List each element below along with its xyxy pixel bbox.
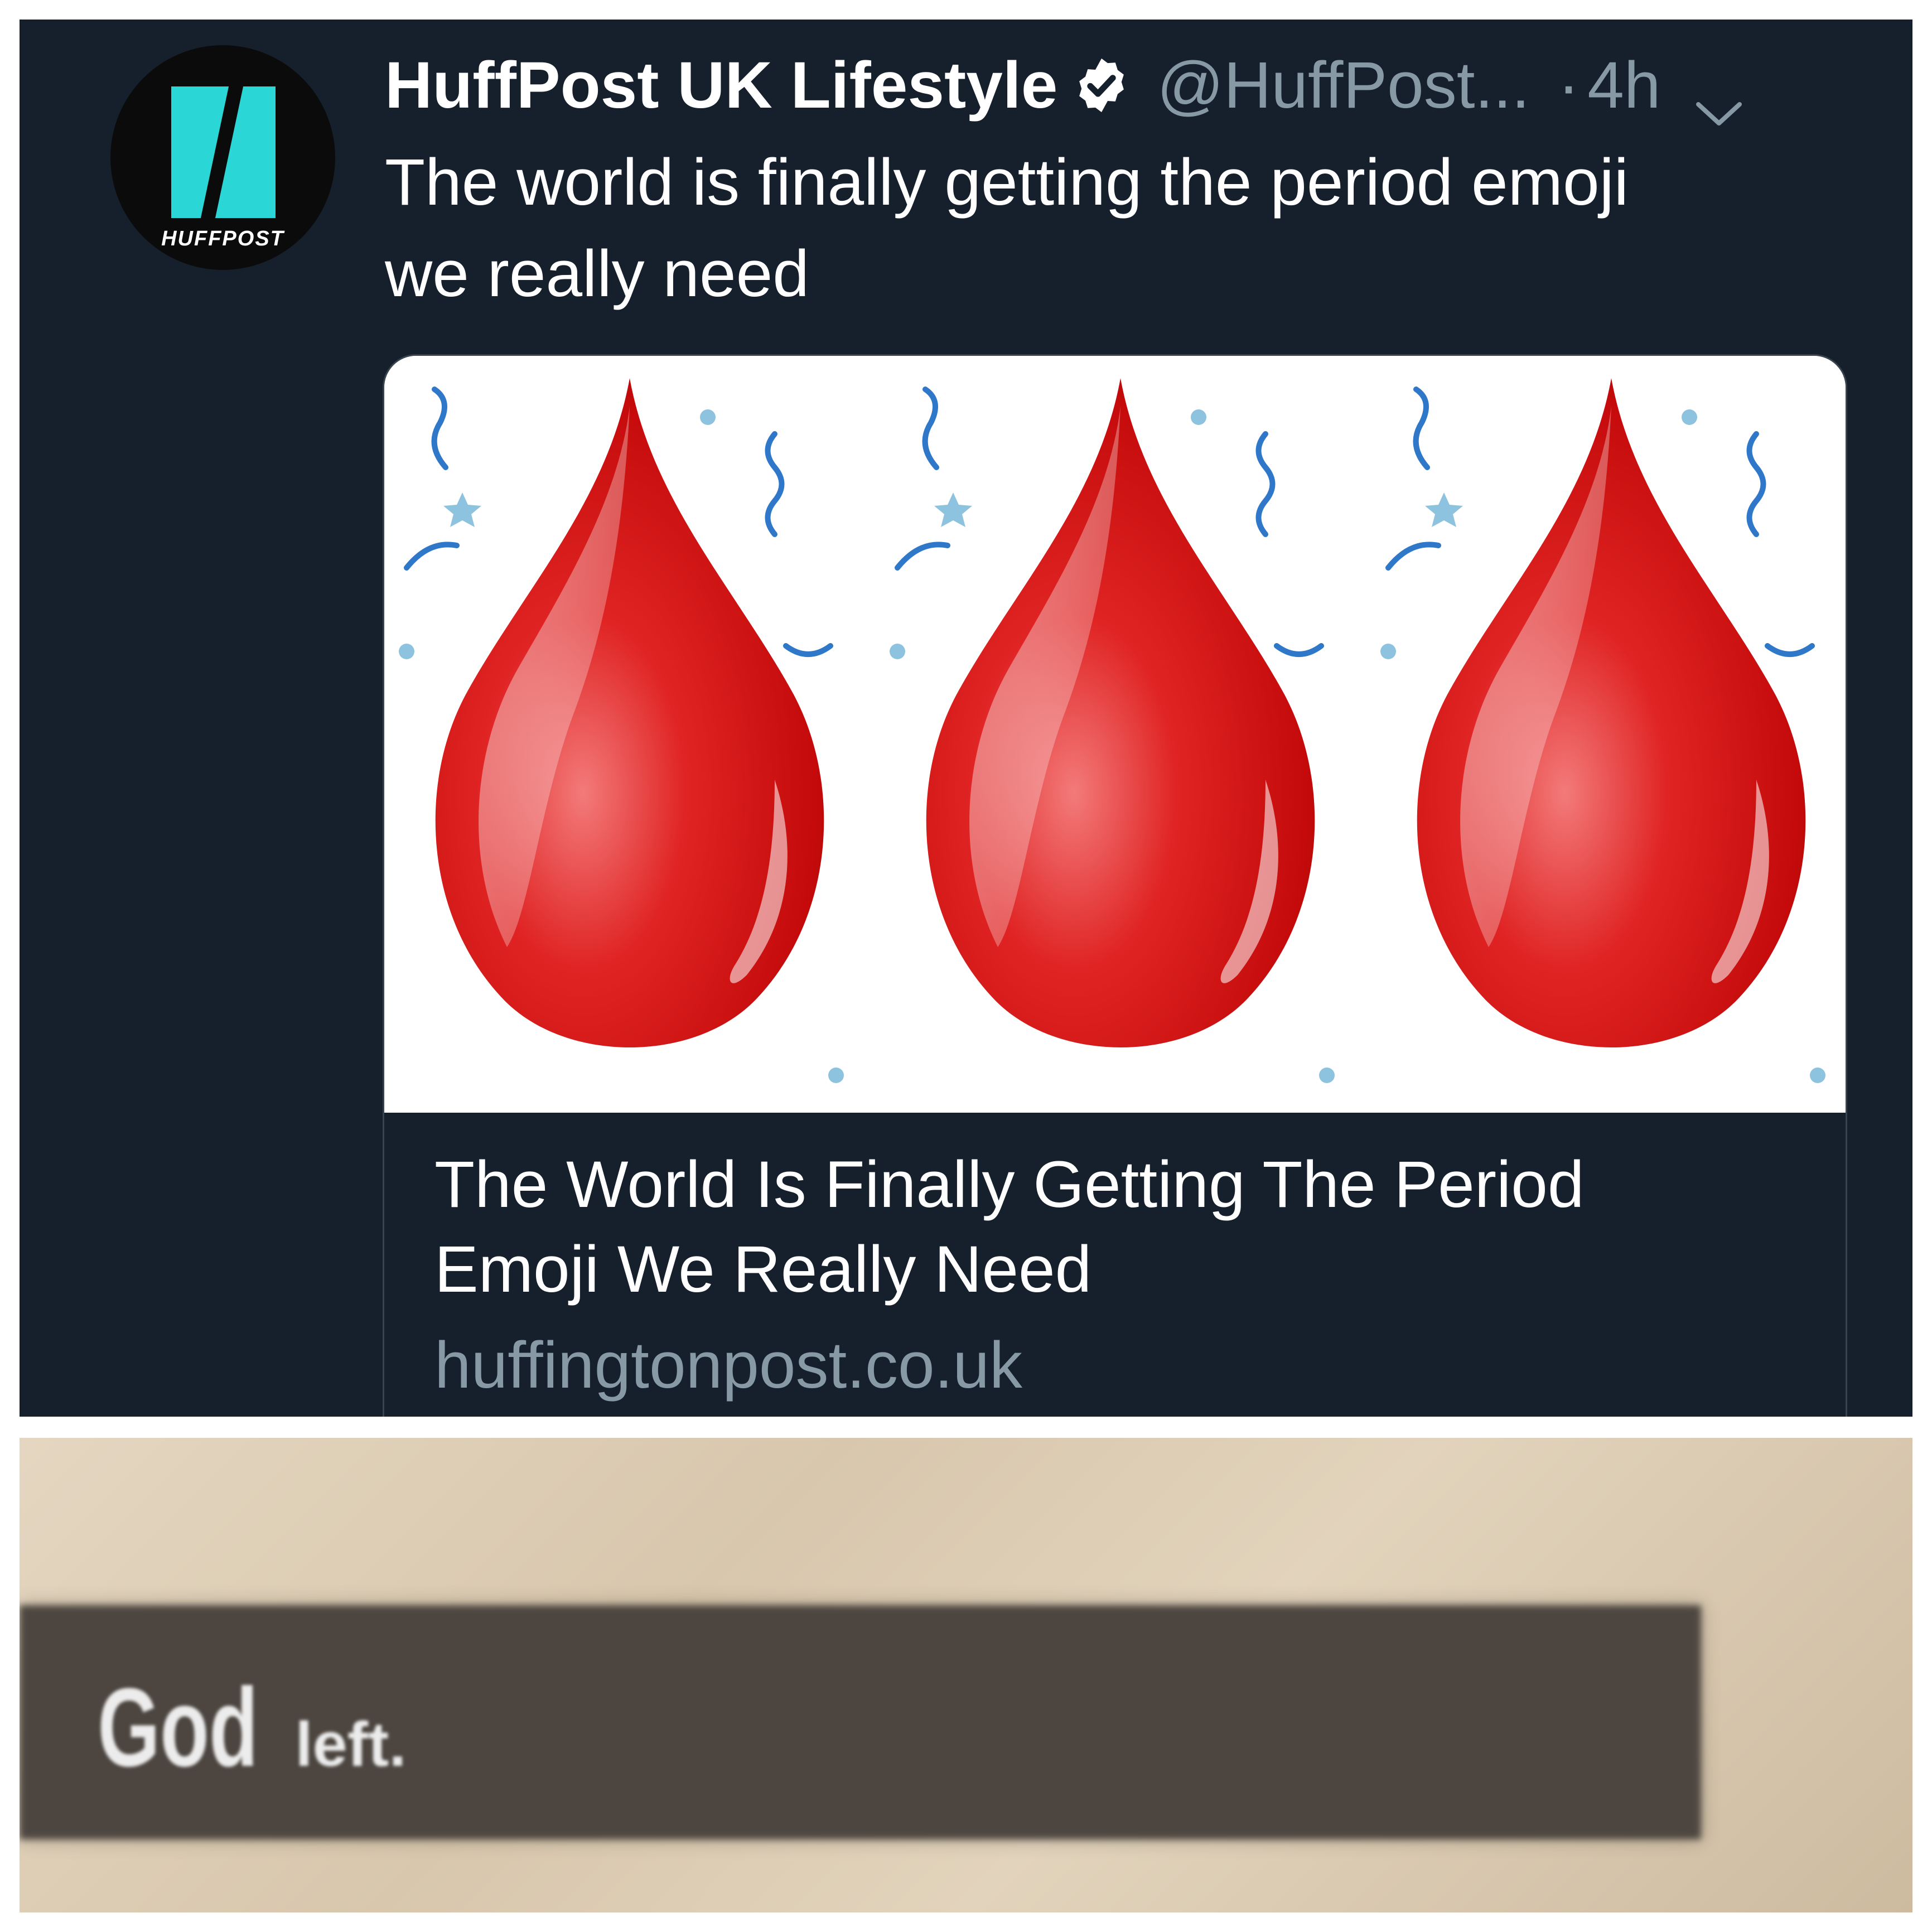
card-image[interactable] [384,356,1846,1113]
separator-dot: · [1557,49,1580,122]
card-title-line: The World Is Finally Getting The Period [434,1148,1585,1221]
meme-panel: God left. [20,1438,1912,1912]
caption-text: God left. [98,1664,406,1792]
caption-word: left. [295,1709,407,1779]
card-title-line: Emoji We Really Need [434,1233,1092,1306]
avatar-label: HUFFPOST [161,227,284,250]
chevron-down-icon[interactable] [1694,69,1744,125]
huffpost-avatar[interactable]: HUFFPOST [110,45,335,270]
tweet-panel: HUFFPOST HuffPost UK Lifestyle @HuffPost… [20,20,1912,1417]
card-title[interactable]: The World Is Finally Getting The Period … [434,1142,1795,1312]
display-name[interactable]: HuffPost UK Lifestyle [385,46,1057,124]
verified-badge-icon [1071,55,1132,116]
tweet-header: HuffPost UK Lifestyle @HuffPost... · 4h [385,46,1744,125]
card-domain[interactable]: huffingtonpost.co.uk [434,1326,1022,1404]
tweet-text-line: The world is finally getting the period … [385,146,1629,219]
handle[interactable]: @HuffPost... [1157,46,1530,124]
tweet-text-line: we really need [385,237,809,311]
link-card[interactable]: The World Is Finally Getting The Period … [383,354,1847,1417]
caption-word: God [98,1665,258,1790]
tweet-text: The world is finally getting the period … [385,137,1846,320]
timestamp[interactable]: 4h [1587,46,1660,124]
